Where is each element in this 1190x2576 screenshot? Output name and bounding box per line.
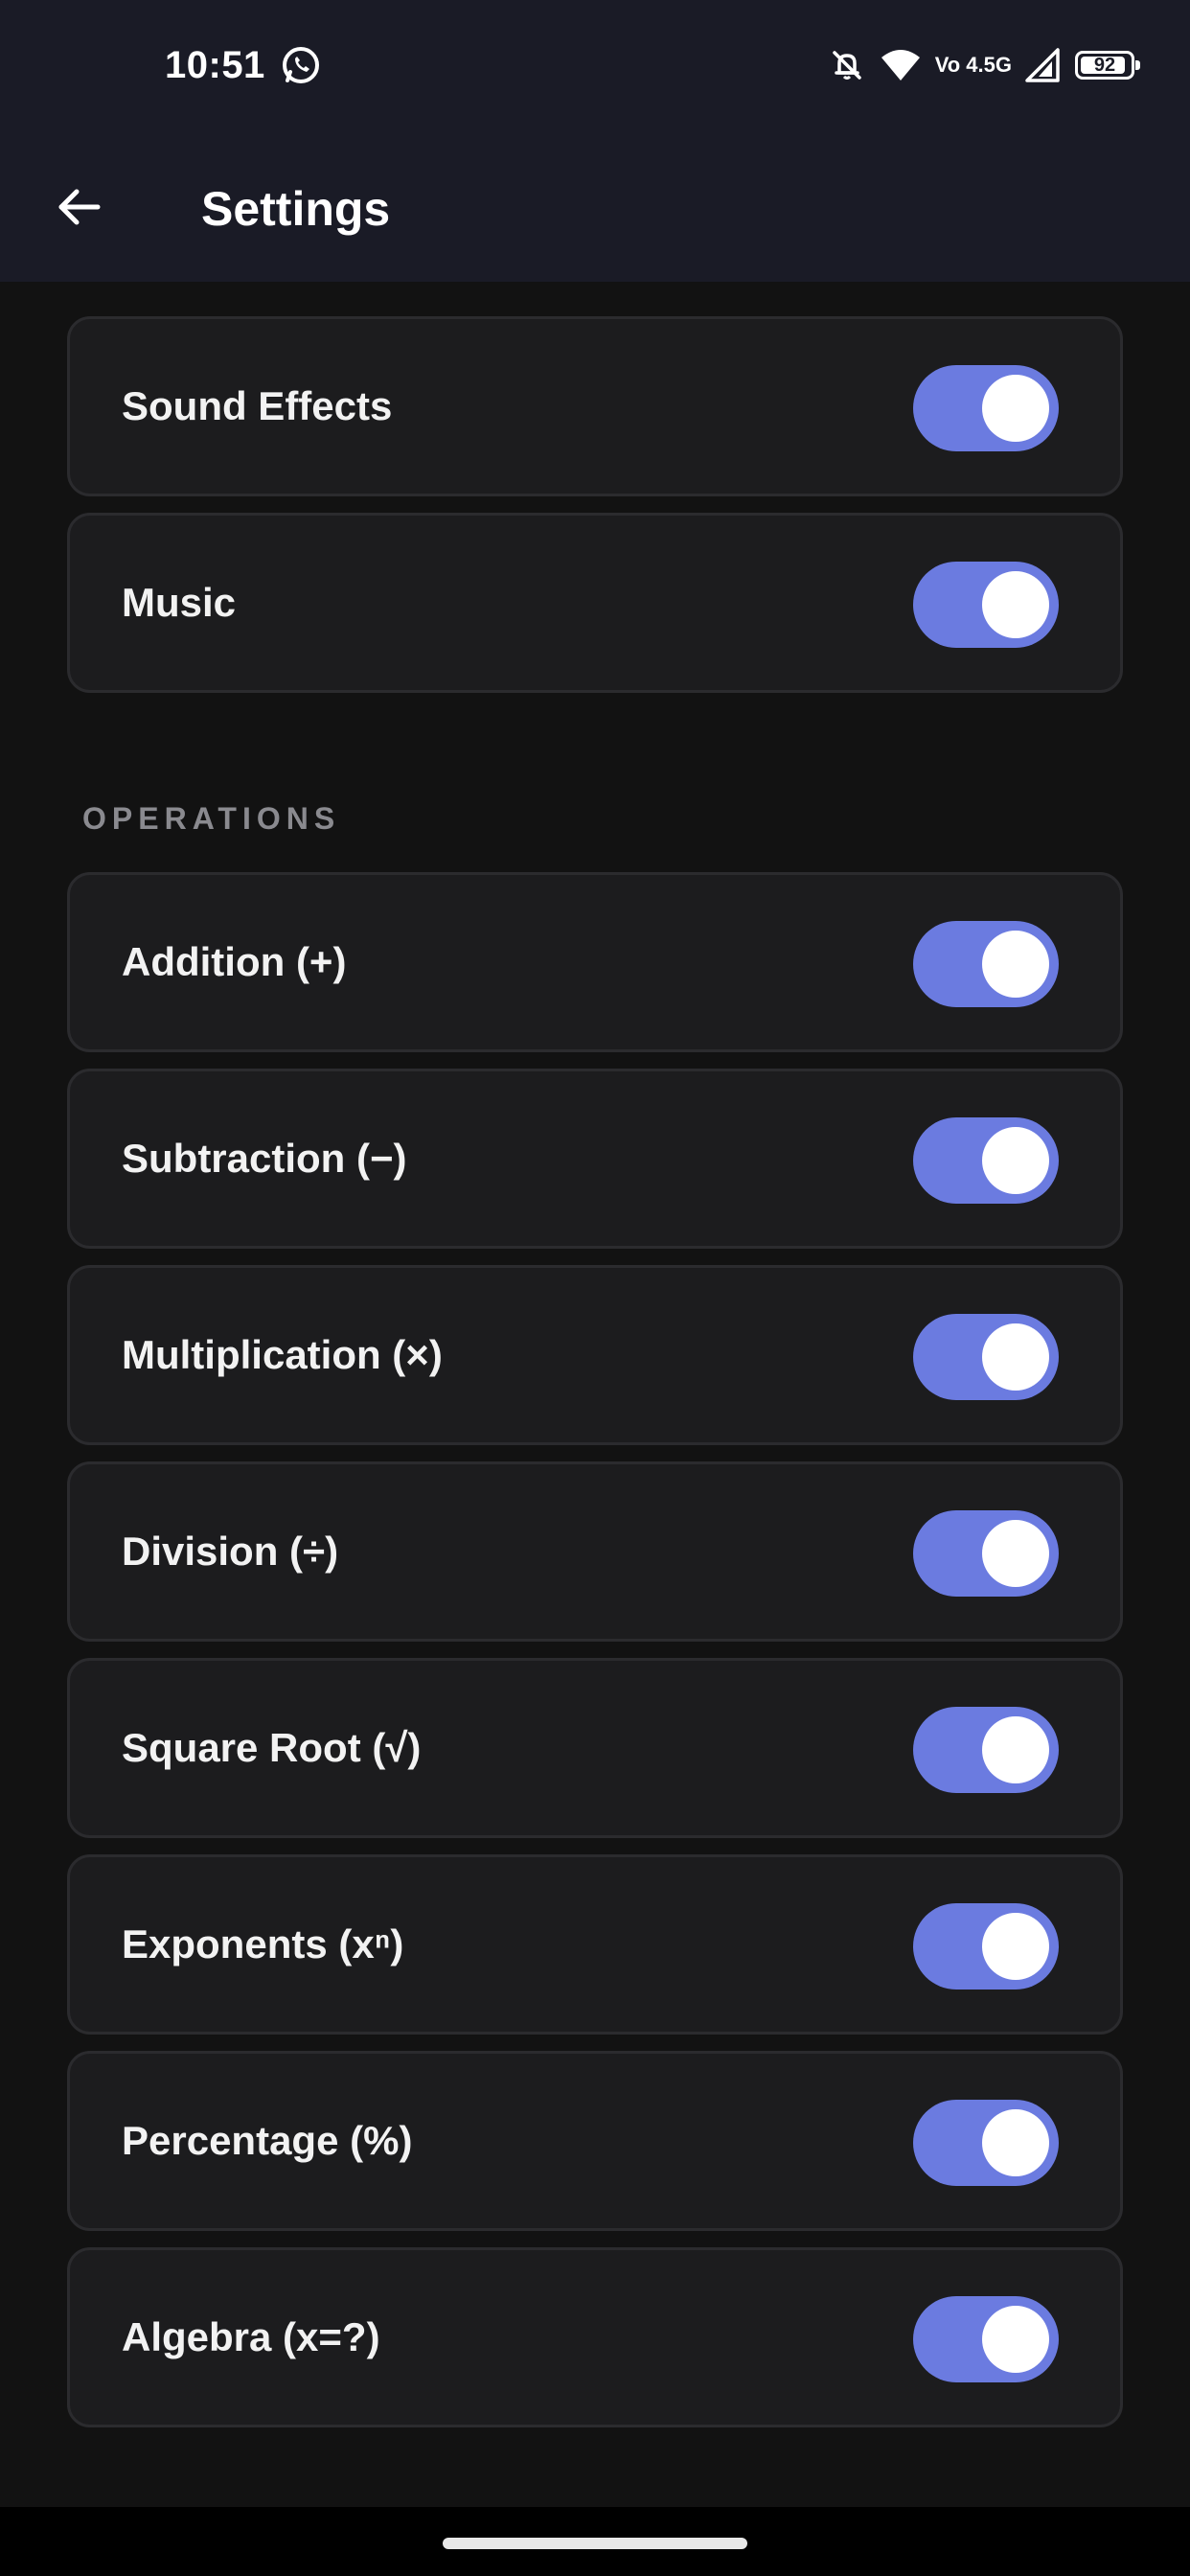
multiplication-toggle[interactable] bbox=[913, 1314, 1059, 1400]
toggle-knob bbox=[982, 1913, 1049, 1980]
settings-list[interactable]: Sound Effects Music OPERATIONS Addition … bbox=[0, 282, 1190, 2507]
addition-toggle[interactable] bbox=[913, 921, 1059, 1007]
battery-level: 92 bbox=[1093, 54, 1116, 76]
subtraction-toggle[interactable] bbox=[913, 1117, 1059, 1204]
toggle-knob bbox=[982, 2109, 1049, 2176]
setting-card-percentage: Percentage (%) bbox=[67, 2051, 1123, 2231]
setting-label: Algebra (x=?) bbox=[122, 2314, 380, 2359]
division-toggle[interactable] bbox=[913, 1510, 1059, 1597]
setting-label: Addition (+) bbox=[122, 939, 347, 984]
percentage-toggle[interactable] bbox=[913, 2100, 1059, 2186]
system-nav-bar bbox=[0, 2507, 1190, 2576]
toggle-knob bbox=[982, 1520, 1049, 1587]
toggle-knob bbox=[982, 2306, 1049, 2373]
home-indicator[interactable] bbox=[443, 2538, 747, 2549]
network-type-label: Vo 4.5G bbox=[934, 53, 1012, 77]
setting-card-addition: Addition (+) bbox=[67, 872, 1123, 1052]
setting-card-square-root: Square Root (√) bbox=[67, 1658, 1123, 1838]
toggle-knob bbox=[982, 571, 1049, 638]
setting-card-multiplication: Multiplication (×) bbox=[67, 1265, 1123, 1445]
toggle-knob bbox=[982, 1323, 1049, 1391]
page-title: Settings bbox=[201, 182, 391, 236]
section-header-operations: OPERATIONS bbox=[82, 801, 341, 836]
setting-label: Music bbox=[122, 580, 237, 625]
back-button[interactable] bbox=[38, 167, 119, 247]
app-bar: Settings bbox=[0, 132, 1190, 282]
status-icons: Vo 4.5G 92 bbox=[828, 44, 1140, 86]
setting-card-algebra: Algebra (x=?) bbox=[67, 2247, 1123, 2427]
square-root-toggle[interactable] bbox=[913, 1707, 1059, 1793]
setting-label: Exponents (xⁿ) bbox=[122, 1921, 404, 1966]
toggle-knob bbox=[982, 375, 1049, 442]
setting-label: Square Root (√) bbox=[122, 1725, 422, 1770]
muted-bell-icon bbox=[832, 51, 861, 80]
setting-label: Subtraction (−) bbox=[122, 1136, 407, 1181]
music-toggle[interactable] bbox=[913, 562, 1059, 648]
sound-effects-toggle[interactable] bbox=[913, 365, 1059, 451]
setting-label: Sound Effects bbox=[122, 383, 393, 428]
setting-card-music: Music bbox=[67, 513, 1123, 693]
setting-label: Division (÷) bbox=[122, 1529, 339, 1574]
setting-card-subtraction: Subtraction (−) bbox=[67, 1069, 1123, 1249]
arrow-left-icon bbox=[58, 189, 101, 225]
whatsapp-icon bbox=[283, 47, 319, 83]
setting-label: Percentage (%) bbox=[122, 2118, 413, 2163]
toggle-knob bbox=[982, 931, 1049, 998]
toggle-knob bbox=[982, 1716, 1049, 1783]
setting-card-exponents: Exponents (xⁿ) bbox=[67, 1854, 1123, 2035]
setting-card-division: Division (÷) bbox=[67, 1461, 1123, 1642]
setting-label: Multiplication (×) bbox=[122, 1332, 443, 1377]
wifi-icon bbox=[881, 50, 920, 80]
status-time: 10:51 bbox=[165, 44, 265, 86]
battery-icon: 92 bbox=[1075, 51, 1140, 80]
status-bar: 10:51 Vo 4.5G 92 bbox=[0, 0, 1190, 132]
algebra-toggle[interactable] bbox=[913, 2296, 1059, 2382]
setting-card-sound-effects: Sound Effects bbox=[67, 316, 1123, 496]
toggle-knob bbox=[982, 1127, 1049, 1194]
exponents-toggle[interactable] bbox=[913, 1903, 1059, 1990]
cell-signal-icon bbox=[1025, 48, 1060, 82]
